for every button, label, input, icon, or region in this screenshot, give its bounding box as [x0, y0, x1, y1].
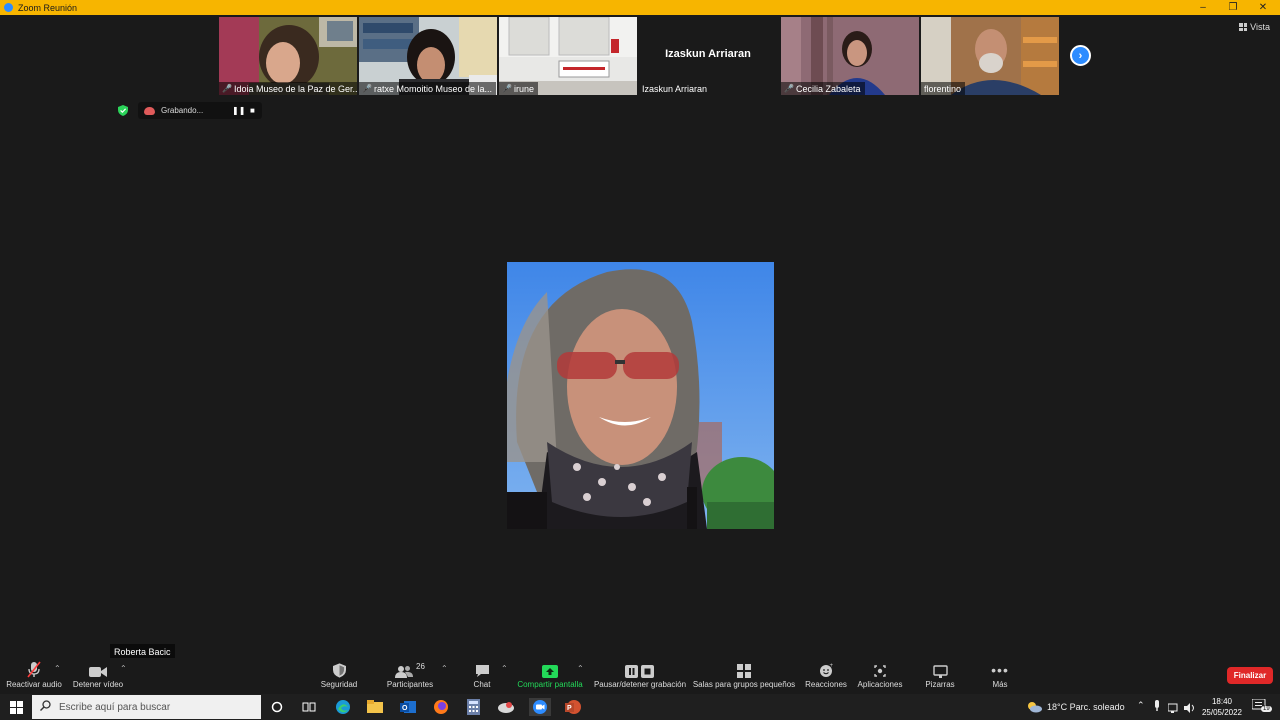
chat-button[interactable]: Chat: [462, 658, 502, 694]
more-button[interactable]: ••• Más: [980, 658, 1020, 694]
participant-tile[interactable]: 🎤 Cecilia Zabaleta: [781, 17, 919, 95]
search-icon: [40, 700, 51, 714]
participants-button[interactable]: 26 Participantes: [380, 658, 440, 694]
file-explorer-icon[interactable]: [366, 698, 384, 716]
clock-time: 18:40: [1211, 697, 1233, 706]
active-speaker-name: Roberta Bacic: [110, 644, 175, 659]
weather-icon[interactable]: [1024, 698, 1044, 716]
participant-name-label: 🎤 Idoia Museo de la Paz de Ger...: [219, 82, 357, 95]
security-button[interactable]: Seguridad: [312, 658, 366, 694]
participants-icon: 26: [395, 658, 425, 678]
participant-tile[interactable]: 🎤 Idoia Museo de la Paz de Ger...: [219, 17, 357, 95]
tray-chevron-up-icon[interactable]: ⌃: [1137, 700, 1145, 711]
title-bar: Zoom Reunión – ❐ ✕: [0, 0, 1280, 15]
video-camera-icon: [89, 658, 107, 678]
clock-date: 25/05/2022: [1201, 708, 1243, 717]
participant-name-label: 🎤 Cecilia Zabaleta: [781, 82, 865, 95]
participants-options-chevron-icon[interactable]: ⌃: [441, 664, 448, 673]
chat-bubble-icon: [475, 658, 490, 678]
notification-count-badge: 19: [1261, 706, 1272, 712]
speaker-video-frame: [507, 262, 774, 529]
breakout-rooms-button[interactable]: Salas para grupos pequeños: [692, 658, 796, 694]
whiteboards-button[interactable]: Pizarras: [918, 658, 962, 694]
security-shield-icon: [332, 658, 346, 678]
stop-video-button[interactable]: Detener vídeo: [68, 658, 128, 694]
meeting-toolbar: Reactivar audio ⌃ Detener vídeo ⌃ Seguri…: [0, 658, 1280, 694]
outlook-icon[interactable]: O: [399, 698, 417, 716]
pause-stop-recording-button[interactable]: Pausar/detener grabación: [590, 658, 690, 694]
maximize-button[interactable]: ❐: [1218, 0, 1248, 15]
windows-taskbar: Escribe aquí para buscar O P 18°C Parc. …: [0, 694, 1280, 720]
microphone-muted-icon: [26, 658, 42, 678]
participant-tile[interactable]: florentino: [921, 17, 1059, 95]
reactions-smiley-icon: +: [819, 658, 834, 678]
search-placeholder: Escribe aquí para buscar: [59, 701, 171, 713]
photo-app-icon[interactable]: [497, 698, 515, 716]
volume-icon[interactable]: [1184, 700, 1196, 718]
window-title: Zoom Reunión: [18, 2, 78, 13]
mic-muted-icon: 🎤: [784, 84, 794, 93]
task-view-icon[interactable]: [300, 698, 318, 716]
whiteboard-icon: [932, 658, 948, 678]
participant-name-label: florentino: [921, 82, 966, 95]
apps-icon: [873, 658, 887, 678]
audio-options-chevron-icon[interactable]: ⌃: [54, 664, 61, 673]
svg-text:P: P: [567, 705, 572, 712]
system-clock[interactable]: 18:40 25/05/2022: [1198, 696, 1246, 718]
participant-tile[interactable]: 🎤 ratxe Momoitio Museo de la...: [359, 17, 497, 95]
end-meeting-button[interactable]: Finalizar: [1227, 667, 1273, 684]
reactions-button[interactable]: + Reacciones: [802, 658, 850, 694]
edge-browser-icon[interactable]: [334, 698, 352, 716]
windows-start-icon[interactable]: [7, 698, 25, 716]
recording-label: Grabando...: [161, 106, 204, 115]
minimize-button[interactable]: –: [1188, 0, 1218, 15]
view-label: Vista: [1250, 22, 1270, 32]
grid-icon: [1239, 23, 1248, 31]
recording-indicator: Grabando... ❚❚ ■: [138, 102, 262, 119]
mic-muted-icon: 🎤: [362, 84, 372, 93]
tray-microphone-icon[interactable]: [1153, 699, 1161, 717]
video-options-chevron-icon[interactable]: ⌃: [120, 664, 127, 673]
cortana-icon[interactable]: [268, 698, 286, 716]
view-button[interactable]: Vista: [1239, 22, 1270, 32]
breakout-rooms-icon: [737, 658, 751, 678]
next-page-button[interactable]: ›: [1070, 45, 1091, 66]
chevron-right-icon: ›: [1078, 49, 1083, 62]
pause-recording-button[interactable]: ❚❚: [232, 106, 245, 115]
calculator-icon[interactable]: [464, 698, 482, 716]
svg-text:O: O: [402, 705, 408, 712]
participant-tile[interactable]: Izaskun Arriaran Izaskun Arriaran: [639, 17, 777, 95]
mic-muted-icon: 🎤: [222, 84, 232, 93]
stop-recording-button[interactable]: ■: [250, 106, 255, 115]
participant-display-name: Izaskun Arriaran: [665, 48, 751, 60]
close-button[interactable]: ✕: [1248, 0, 1278, 15]
more-dots-icon: •••: [991, 662, 1009, 678]
participant-name-label: Izaskun Arriaran: [642, 83, 708, 94]
zoom-taskbar-icon[interactable]: [529, 698, 551, 716]
firefox-icon[interactable]: [432, 698, 450, 716]
recording-cloud-icon: [144, 106, 155, 115]
svg-text:+: +: [829, 663, 833, 669]
network-icon[interactable]: [1167, 700, 1180, 718]
share-screen-button[interactable]: Compartir pantalla: [514, 658, 586, 694]
chat-options-chevron-icon[interactable]: ⌃: [501, 664, 508, 673]
zoom-app-icon: [4, 3, 13, 12]
participants-count: 26: [416, 662, 425, 671]
share-options-chevron-icon[interactable]: ⌃: [577, 664, 584, 673]
zoom-window: Zoom Reunión – ❐ ✕ Vista 🎤 Idoia Museo de…: [0, 0, 1280, 720]
taskbar-search-box[interactable]: Escribe aquí para buscar: [32, 695, 261, 719]
participant-name-label: 🎤 irune: [499, 82, 538, 95]
pause-stop-icon: [625, 658, 655, 678]
powerpoint-icon[interactable]: P: [562, 698, 584, 716]
weather-text[interactable]: 18°C Parc. soleado: [1047, 702, 1125, 712]
apps-button[interactable]: Aplicaciones: [854, 658, 906, 694]
participant-tile[interactable]: 🎤 irune: [499, 17, 637, 95]
shield-icon[interactable]: [118, 105, 128, 116]
participant-name-label: 🎤 ratxe Momoitio Museo de la...: [359, 82, 497, 95]
mic-muted-icon: 🎤: [502, 84, 512, 93]
active-speaker-video: [507, 262, 774, 529]
share-screen-icon: [542, 658, 558, 678]
